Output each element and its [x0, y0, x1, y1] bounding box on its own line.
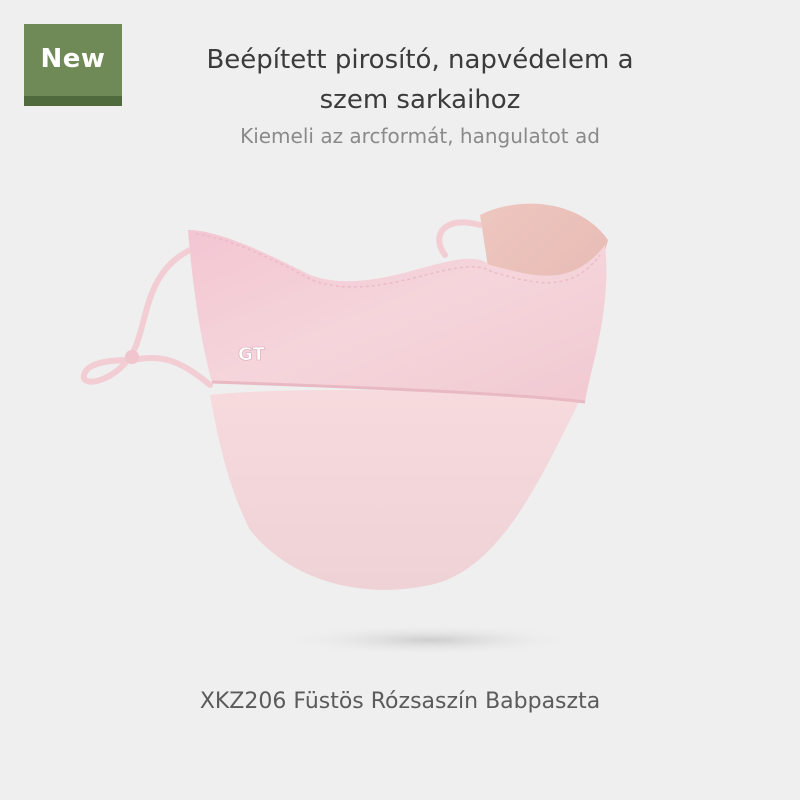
face-mask-image: GT: [80, 203, 608, 656]
drop-shadow: [280, 624, 580, 656]
toggle-bead: [125, 350, 139, 364]
headline-line-2: szem sarkaihoz: [319, 85, 521, 115]
product-caption: XKZ206 Füstös Rózsaszín Babpaszta: [199, 689, 601, 714]
subheadline: Kiemeli az arcformát, hangulatot ad: [240, 124, 600, 148]
brand-logo: GT: [238, 344, 265, 365]
new-badge-label: New: [40, 44, 106, 74]
headline-line-1: Beépített pirosító, napvédelem a: [206, 45, 634, 75]
mask-lower-panel: [210, 390, 580, 590]
headline: Beépített pirosító, napvédelem a szem sa…: [150, 40, 690, 120]
new-badge: New: [24, 24, 122, 106]
